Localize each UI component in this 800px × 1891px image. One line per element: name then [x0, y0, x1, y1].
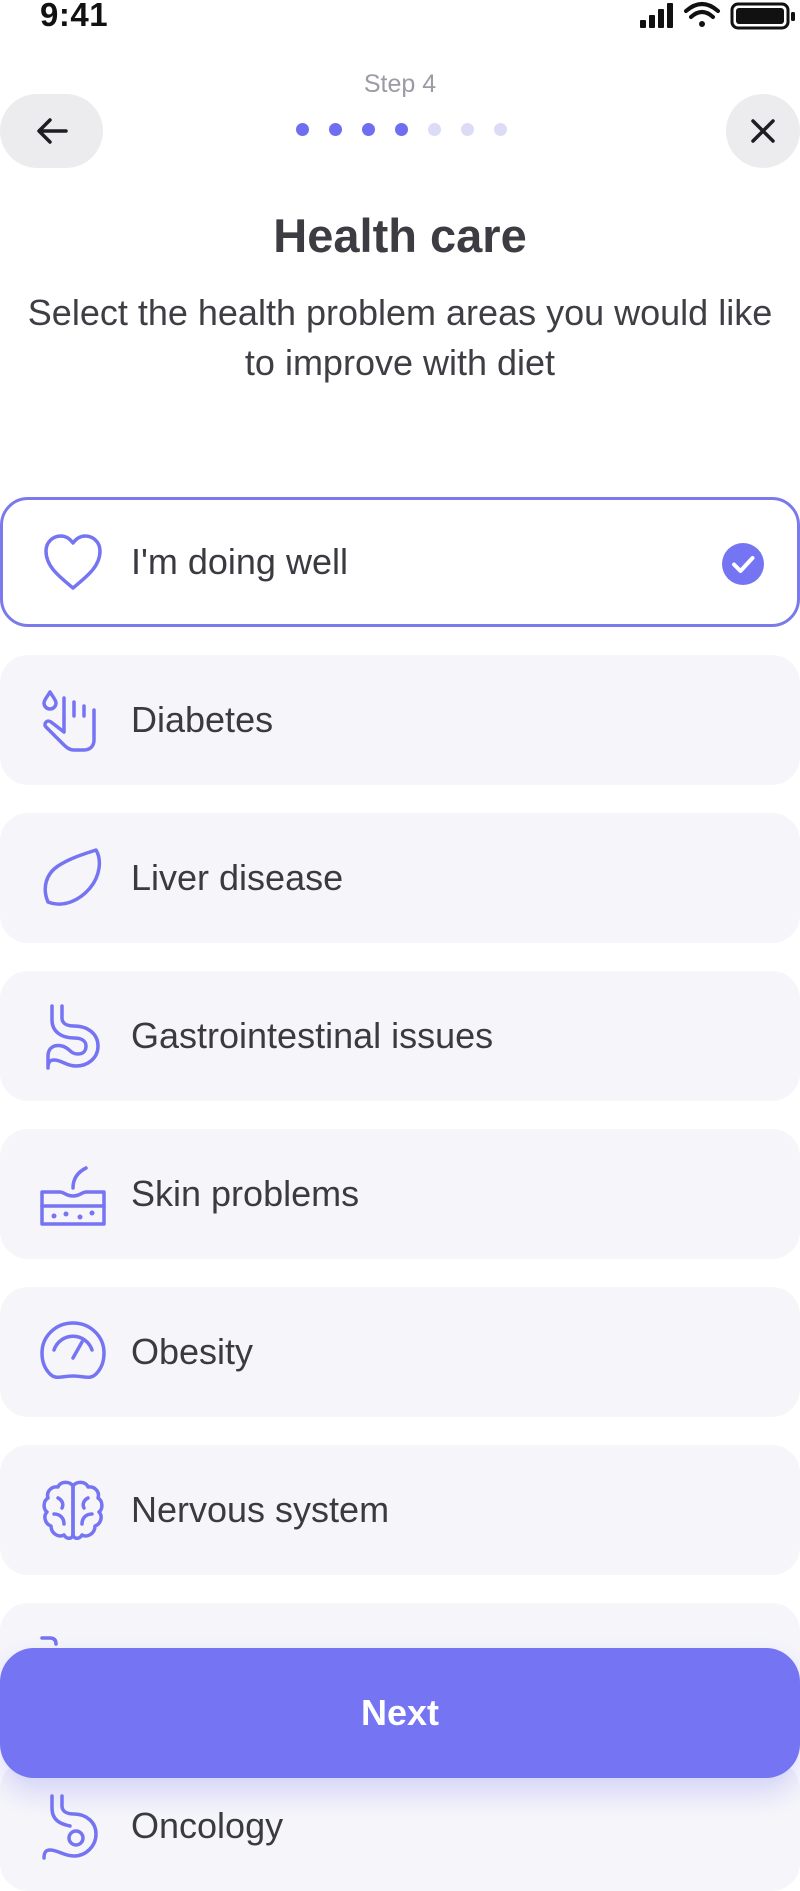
progress-dot [395, 123, 408, 136]
close-button[interactable] [726, 94, 800, 168]
option-doing-well[interactable]: I'm doing well [0, 497, 800, 627]
option-gastrointestinal[interactable]: Gastrointestinal issues [0, 971, 800, 1101]
battery-icon [730, 2, 795, 30]
progress-dot [296, 123, 309, 136]
skin-icon [40, 1166, 106, 1226]
option-label: Gastrointestinal issues [131, 1015, 494, 1056]
option-oncology[interactable]: Oncology [0, 1761, 800, 1891]
progress-dots [296, 123, 507, 136]
liver-icon [43, 848, 102, 906]
cellular-signal-icon [640, 3, 673, 28]
option-label: Nervous system [131, 1489, 390, 1530]
next-button[interactable]: Next [0, 1648, 800, 1778]
option-liver-disease[interactable]: Liver disease [0, 813, 800, 943]
option-label: Obesity [131, 1331, 254, 1372]
progress-dot [461, 123, 474, 136]
option-skin-problems[interactable]: Skin problems [0, 1129, 800, 1259]
diabetes-icon [42, 690, 96, 752]
arrow-left-icon [36, 118, 68, 144]
back-button[interactable] [0, 94, 103, 168]
progress-dot [362, 123, 375, 136]
oncology-icon [42, 1794, 98, 1860]
status-icons [640, 0, 800, 39]
option-label: Diabetes [131, 699, 274, 740]
option-nervous-system[interactable]: Nervous system [0, 1445, 800, 1575]
heart-icon [44, 534, 102, 590]
step-label: Step 4 [363, 70, 437, 98]
option-label: Oncology [131, 1805, 284, 1846]
wifi-icon [684, 2, 720, 27]
page-title: Health care [273, 209, 527, 262]
progress-dot [329, 123, 342, 136]
option-obesity[interactable]: Obesity [0, 1287, 800, 1417]
brain-icon [42, 1480, 104, 1540]
progress-dot [428, 123, 441, 136]
status-bar: 9:41 [0, 0, 800, 40]
stomach-icon [46, 1004, 100, 1070]
status-time: 9:41 [40, 0, 109, 33]
option-diabetes[interactable]: Diabetes [0, 655, 800, 785]
checkmark-circle-icon [722, 543, 764, 585]
option-label: Skin problems [131, 1173, 360, 1214]
option-label: Liver disease [131, 857, 344, 898]
progress-dot [494, 123, 507, 136]
page-subtitle: Select the health problem areas you woul… [27, 292, 773, 383]
close-icon [751, 119, 775, 143]
scale-icon [40, 1321, 106, 1380]
option-label: I'm doing well [131, 541, 348, 582]
